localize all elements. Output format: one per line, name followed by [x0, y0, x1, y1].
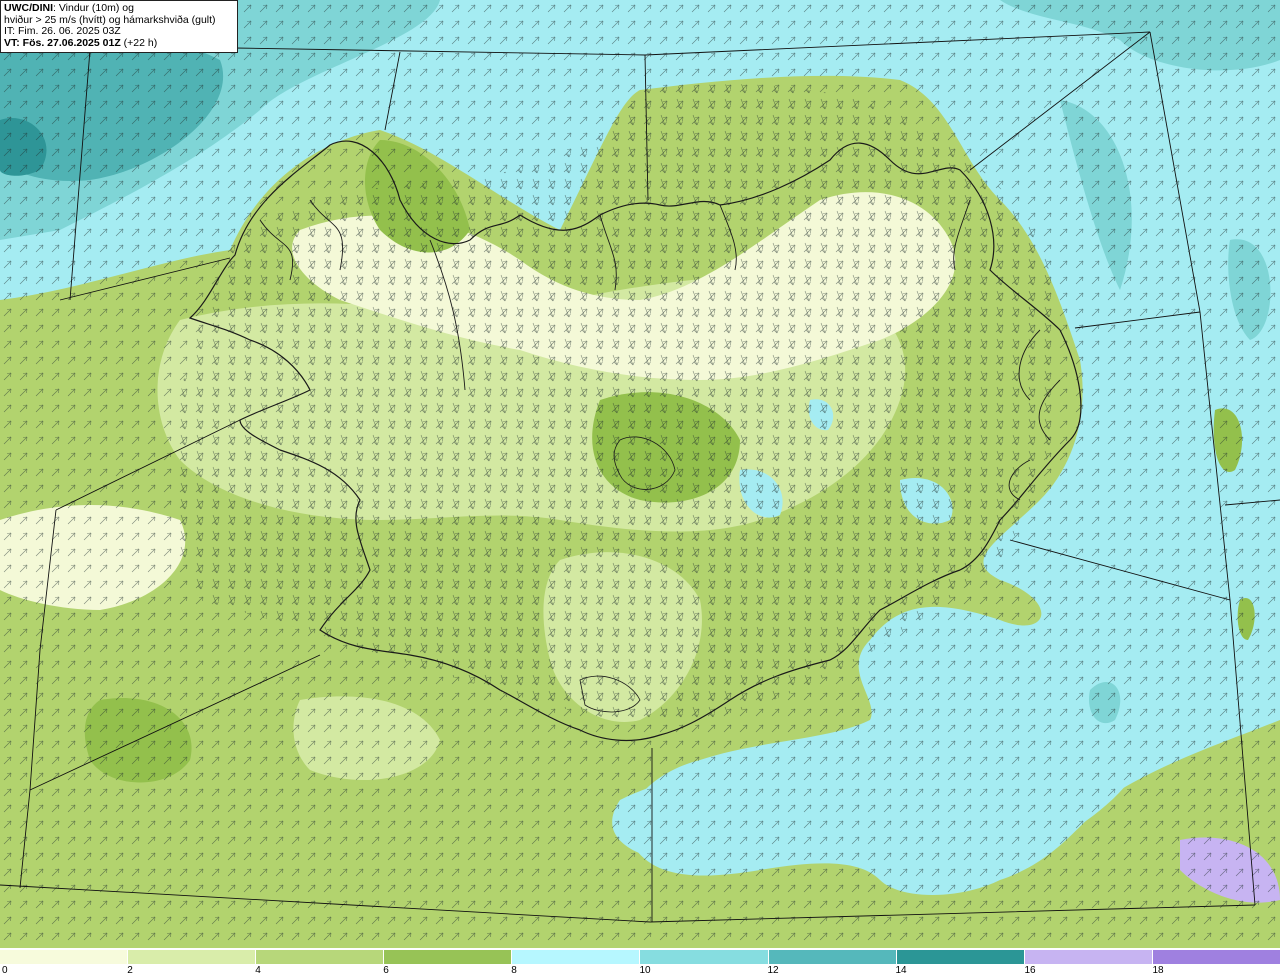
colorbar-scale	[0, 950, 1280, 964]
colorbar-tick: 18	[1152, 965, 1164, 976]
colorbar-tick: 8	[511, 965, 517, 976]
colorbar-tick: 16	[1024, 965, 1036, 976]
colorbar-tick: 14	[895, 965, 907, 976]
title-text: : Vindur (10m) og	[53, 2, 134, 14]
wind-map	[0, 0, 1280, 948]
colorbar: 0 2 4 6 8 10 12 14 16 18	[0, 948, 1280, 978]
colorbar-tick: 10	[639, 965, 651, 976]
colorbar-segment	[0, 950, 129, 964]
colorbar-segment	[384, 950, 513, 964]
colorbar-segment	[1024, 950, 1153, 964]
colorbar-segment	[512, 950, 641, 964]
colorbar-tick: 6	[383, 965, 389, 976]
model-name: UWC/DINI	[4, 2, 53, 14]
colorbar-tick: 4	[255, 965, 261, 976]
colorbar-segment	[256, 950, 385, 964]
colorbar-segment	[1152, 950, 1280, 964]
colorbar-segment	[896, 950, 1025, 964]
colorbar-tick: 12	[767, 965, 779, 976]
valid-time: VT: Fös. 27.06.2025 01Z	[4, 36, 121, 49]
colorbar-segment	[640, 950, 769, 964]
info-box: UWC/DINI: Vindur (10m) og hviður > 25 m/…	[0, 0, 238, 53]
colorbar-tick: 2	[127, 965, 133, 976]
colorbar-tick: 0	[2, 965, 8, 976]
colorbar-segment	[128, 950, 257, 964]
colorbar-segment	[768, 950, 897, 964]
lead-time: (+22 h)	[120, 36, 158, 49]
